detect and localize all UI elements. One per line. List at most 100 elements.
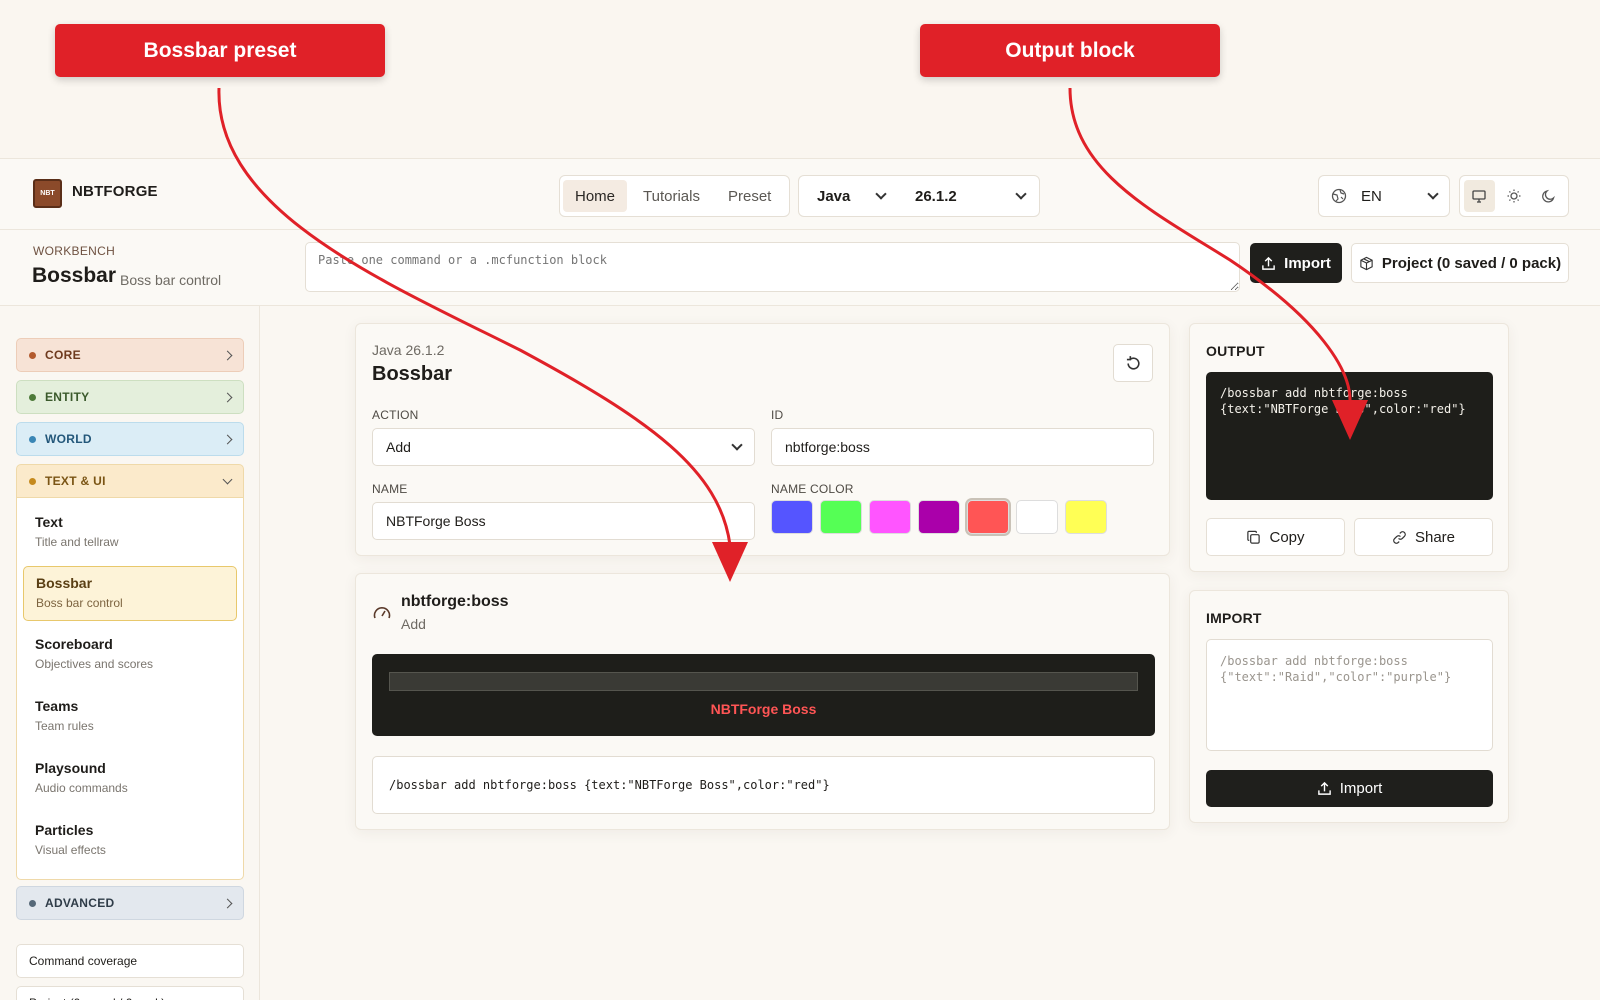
import-textarea[interactable]: /bossbar add nbtforge:boss {"text":"Raid…: [1206, 639, 1493, 751]
item-desc: Team rules: [35, 719, 94, 733]
chevron-down-icon: [1427, 188, 1439, 200]
color-swatch-dark-purple[interactable]: [918, 500, 960, 534]
item-title: Particles: [35, 822, 94, 838]
category-dot: [29, 435, 36, 443]
version-select[interactable]: 26.1.2: [899, 188, 1039, 205]
import-button[interactable]: Import: [1250, 243, 1342, 283]
sidebar-item-playsound[interactable]: Playsound Audio commands: [23, 752, 237, 807]
category-label: WORLD: [45, 432, 92, 446]
color-swatch-light-purple[interactable]: [869, 500, 911, 534]
id-value: nbtforge:boss: [785, 439, 870, 455]
edition-select[interactable]: Java: [799, 188, 899, 205]
nav-preset[interactable]: Preset: [716, 180, 783, 212]
command-paste-input[interactable]: [305, 242, 1240, 292]
callout-label: Output block: [1005, 38, 1135, 62]
sidebar-item-teams[interactable]: Teams Team rules: [23, 690, 237, 745]
bossbar-render: NBTForge Boss: [372, 654, 1155, 736]
command-coverage-link[interactable]: Command coverage: [16, 944, 244, 978]
import-card: IMPORT /bossbar add nbtforge:boss {"text…: [1189, 590, 1509, 823]
chevron-right-icon: [222, 350, 233, 360]
project-button[interactable]: Project (0 saved / 0 pack): [1351, 243, 1569, 283]
app-logo[interactable]: NBT: [33, 179, 62, 208]
language-select[interactable]: EN: [1318, 175, 1450, 217]
theme-switcher: [1459, 175, 1569, 217]
output-block[interactable]: /bossbar add nbtforge:boss {text:"NBTFor…: [1206, 372, 1493, 500]
copy-icon: [1247, 530, 1261, 544]
color-swatch-green[interactable]: [820, 500, 862, 534]
nav-tutorials[interactable]: Tutorials: [631, 180, 712, 212]
category-advanced[interactable]: ADVANCED: [16, 886, 244, 920]
chevron-right-icon: [222, 898, 233, 908]
item-desc: Audio commands: [35, 781, 128, 795]
theme-dark-button[interactable]: [1533, 180, 1564, 212]
action-select[interactable]: Add: [372, 428, 755, 466]
category-core[interactable]: CORE: [16, 338, 244, 372]
moon-icon: [1541, 189, 1555, 203]
color-swatch-red[interactable]: [967, 500, 1009, 534]
brand-name[interactable]: NBTFORGE: [72, 183, 158, 200]
sidebar-item-bossbar[interactable]: Bossbar Boss bar control: [23, 566, 237, 621]
chevron-right-icon: [222, 392, 233, 402]
version-value: 26.1.2: [915, 187, 957, 205]
item-desc: Boss bar control: [36, 596, 123, 610]
category-label: ENTITY: [45, 390, 90, 404]
bossbar-text: NBTForge Boss: [710, 701, 817, 717]
main-nav: Home Tutorials Preset: [559, 175, 790, 217]
id-input[interactable]: nbtforge:boss: [771, 428, 1154, 466]
theme-system-button[interactable]: [1464, 180, 1495, 212]
color-swatch-blue[interactable]: [771, 500, 813, 534]
copy-button[interactable]: Copy: [1206, 518, 1345, 556]
item-title: Text: [35, 514, 63, 530]
category-dot: [29, 351, 36, 359]
project-summary-link[interactable]: Project (0 saved / 0 pack): [16, 986, 244, 1000]
callout-label: Bossbar preset: [143, 38, 297, 62]
nav-home[interactable]: Home: [563, 180, 628, 212]
chevron-down-icon: [731, 439, 743, 451]
edition-value: Java: [817, 187, 851, 205]
preview-command: /bossbar add nbtforge:boss {text:"NBTFor…: [372, 756, 1155, 814]
package-icon: [1360, 256, 1373, 270]
output-heading: OUTPUT: [1206, 343, 1265, 359]
output-line: {text:"NBTForge Boss",color:"red"}: [1220, 402, 1466, 416]
upload-icon: [1262, 256, 1275, 270]
name-input[interactable]: NBTForge Boss: [372, 502, 755, 540]
bossbar-preview-card: nbtforge:boss Add NBTForge Boss /bossbar…: [355, 573, 1170, 830]
name-value: NBTForge Boss: [386, 513, 486, 529]
upload-icon: [1317, 781, 1331, 795]
chevron-down-icon: [875, 188, 887, 200]
name-color-label: NAME COLOR: [771, 482, 854, 496]
theme-light-button[interactable]: [1499, 180, 1530, 212]
preview-action: Add: [401, 616, 426, 632]
preview-id: nbtforge:boss: [401, 593, 509, 610]
import-submit-button[interactable]: Import: [1206, 770, 1493, 807]
sun-icon: [1507, 189, 1521, 203]
sidebar-item-particles[interactable]: Particles Visual effects: [23, 814, 237, 869]
import-submit-label: Import: [1339, 780, 1383, 797]
logo-text: NBT: [40, 190, 55, 197]
item-desc: Title and tellraw: [35, 535, 119, 549]
sidebar-item-scoreboard[interactable]: Scoreboard Objectives and scores: [23, 628, 237, 683]
name-label: NAME: [372, 482, 408, 496]
reset-button[interactable]: [1113, 344, 1153, 382]
color-swatch-yellow[interactable]: [1065, 500, 1107, 534]
category-world[interactable]: WORLD: [16, 422, 244, 456]
import-placeholder-line: /bossbar add nbtforge:boss: [1220, 654, 1408, 668]
bossbar-progress-track: [389, 672, 1138, 691]
globe-icon: [1331, 188, 1347, 204]
workbench-bar: WORKBENCH Bossbar Boss bar control Impor…: [0, 230, 1600, 306]
import-heading: IMPORT: [1206, 610, 1262, 626]
workbench-kicker: WORKBENCH: [33, 244, 116, 258]
category-text-ui[interactable]: TEXT & UI: [16, 464, 244, 498]
color-swatch-white[interactable]: [1016, 500, 1058, 534]
sidebar-item-text[interactable]: Text Title and tellraw: [23, 506, 237, 561]
item-desc: Objectives and scores: [35, 657, 154, 671]
callout-output-block: Output block: [920, 24, 1220, 77]
category-label: CORE: [45, 348, 81, 362]
import-placeholder-line: {"text":"Raid","color":"purple"}: [1220, 670, 1452, 684]
share-button[interactable]: Share: [1354, 518, 1493, 556]
chevron-down-icon: [222, 474, 233, 484]
workbench-subtitle: Boss bar control: [120, 272, 222, 288]
chevron-right-icon: [222, 434, 233, 444]
link-icon: [1393, 530, 1406, 544]
category-entity[interactable]: ENTITY: [16, 380, 244, 414]
